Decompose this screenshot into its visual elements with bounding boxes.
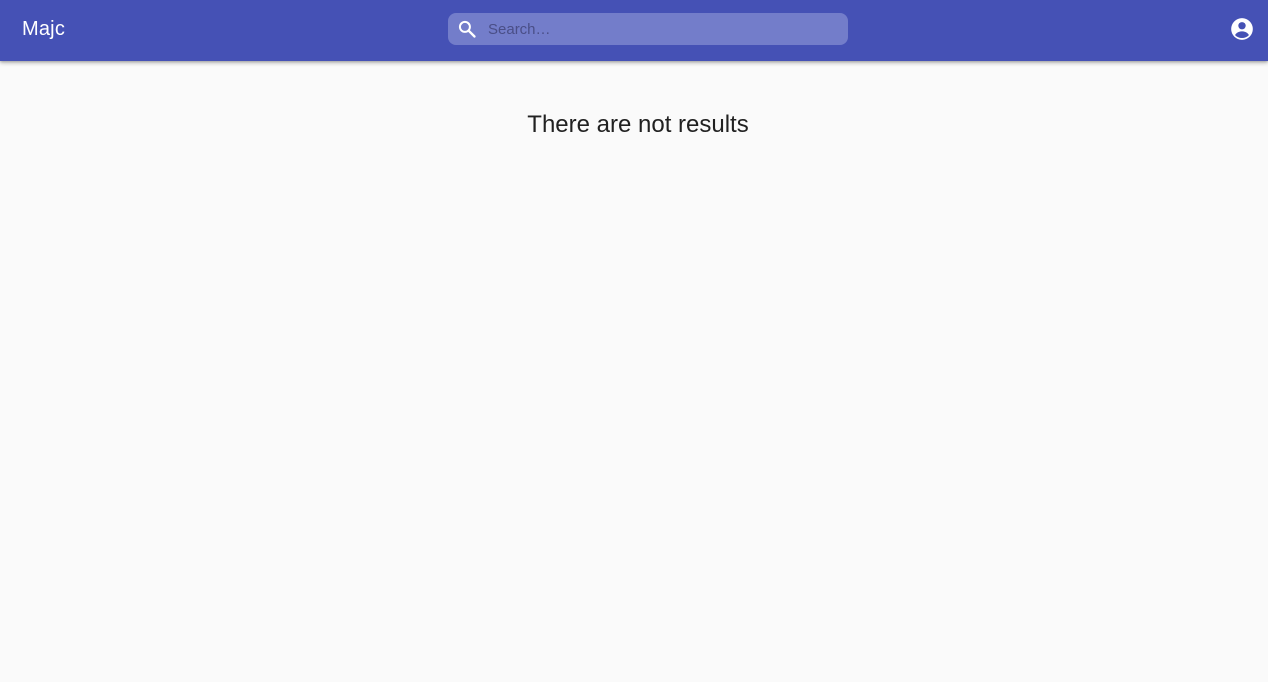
search-box[interactable] <box>448 13 848 45</box>
search-input[interactable] <box>488 13 838 45</box>
account-circle-icon[interactable] <box>1229 16 1255 42</box>
app-bar: Majc <box>0 0 1268 61</box>
main-content: There are not results <box>0 61 1268 682</box>
app-title[interactable]: Majc <box>22 17 65 41</box>
search-icon <box>457 19 477 39</box>
empty-results-message: There are not results <box>527 111 749 138</box>
